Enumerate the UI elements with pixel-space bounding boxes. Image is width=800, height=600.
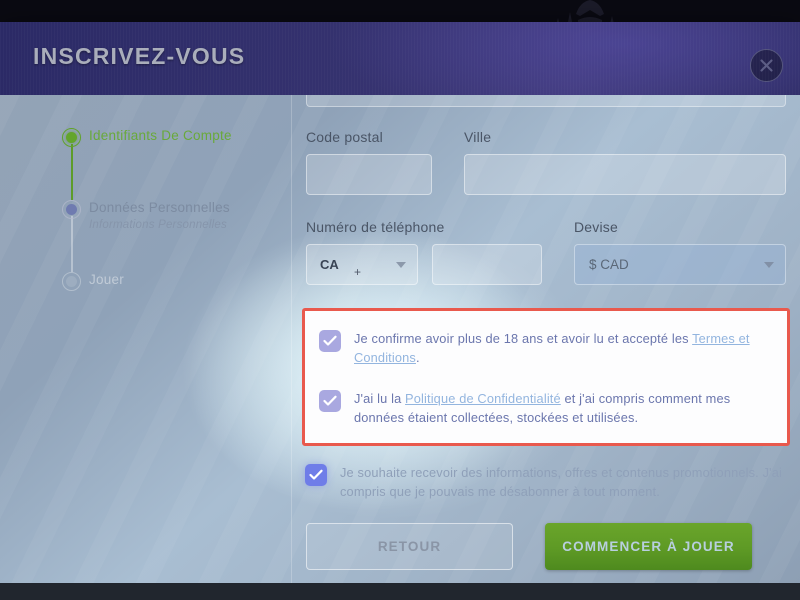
- page-title: INSCRIVEZ-VOUS: [33, 43, 246, 69]
- phone-group: CA +: [306, 244, 542, 285]
- consent-row-privacy: J'ai lu la Politique de Confidentialité …: [319, 383, 773, 429]
- start-playing-button[interactable]: COMMENCER À JOUER: [545, 523, 752, 570]
- page-bottom-strip: [0, 583, 800, 600]
- checkmark-icon: [323, 335, 337, 346]
- sidebar-step-play[interactable]: Jouer: [62, 269, 292, 299]
- back-button[interactable]: RETOUR: [306, 523, 513, 570]
- privacy-text-before: J'ai lu la: [354, 391, 406, 406]
- currency-value: $ CAD: [589, 257, 629, 272]
- consent-row-terms: Je confirme avoir plus de 18 ans et avoi…: [319, 323, 773, 369]
- consent-row-promotions: Je souhaite recevoir des informations, o…: [305, 463, 786, 501]
- sidebar-step-account[interactable]: Identifiants De Compte: [62, 125, 292, 200]
- field-phone: Numéro de téléphone CA +: [306, 219, 542, 285]
- chevron-down-icon: [396, 262, 406, 268]
- privacy-checkbox[interactable]: [319, 390, 341, 412]
- step-sidebar: Identifiants De Compte Données Personnel…: [0, 95, 292, 583]
- country-code-value: CA: [320, 257, 339, 272]
- step-marker-pending-icon: [62, 272, 81, 291]
- scrolled-field-partial[interactable]: [306, 95, 786, 107]
- registration-modal: INSCRIVEZ-VOUS Identifiants De Compte Do…: [0, 22, 800, 583]
- step-connector: [71, 216, 73, 272]
- field-city: Ville: [464, 129, 786, 195]
- chevron-down-icon: [764, 262, 774, 268]
- field-label-city: Ville: [464, 129, 492, 145]
- city-input[interactable]: [464, 154, 786, 195]
- terms-checkbox[interactable]: [319, 330, 341, 352]
- field-postal-code: Code postal: [306, 129, 432, 195]
- country-prefix-value: +: [354, 265, 362, 279]
- country-code-select[interactable]: CA +: [306, 244, 418, 285]
- contact-row: Numéro de téléphone CA + Devise $ CAD: [306, 219, 786, 285]
- step-list: Identifiants De Compte Données Personnel…: [62, 125, 292, 299]
- step-marker-completed-icon: [62, 128, 81, 147]
- step-connector: [71, 144, 73, 200]
- terms-text: Je confirme avoir plus de 18 ans et avoi…: [354, 329, 773, 367]
- step-subtitle: Informations Personnelles: [89, 219, 227, 231]
- postal-code-input[interactable]: [306, 154, 432, 195]
- field-label-postal-code: Code postal: [306, 129, 383, 145]
- step-marker-current-icon: [62, 200, 81, 219]
- terms-text-after: .: [415, 350, 420, 365]
- modal-header: INSCRIVEZ-VOUS: [0, 22, 800, 95]
- sidebar-step-personal[interactable]: Données Personnelles Informations Person…: [62, 197, 292, 272]
- terms-text-before: Je confirme avoir plus de 18 ans et avoi…: [354, 331, 693, 346]
- consent-highlight-box: Je confirme avoir plus de 18 ans et avoi…: [302, 308, 790, 446]
- address-row: Code postal Ville: [306, 129, 786, 195]
- step-title: Identifiants De Compte: [89, 128, 232, 143]
- step-title: Jouer: [89, 272, 125, 287]
- field-label-phone: Numéro de téléphone: [306, 219, 445, 235]
- promotions-text: Je souhaite recevoir des informations, o…: [340, 465, 782, 499]
- registration-form: Code postal Ville Numéro de téléphone CA…: [292, 95, 800, 583]
- privacy-policy-link[interactable]: Politique de Confidentialité: [405, 391, 561, 406]
- checkmark-icon: [309, 469, 323, 480]
- promotions-checkbox[interactable]: [305, 464, 327, 486]
- checkmark-icon: [323, 395, 337, 406]
- close-x-icon: [760, 59, 773, 72]
- page-root: INSCRIVEZ-VOUS Identifiants De Compte Do…: [0, 0, 800, 600]
- modal-body: Identifiants De Compte Données Personnel…: [0, 95, 800, 583]
- close-button[interactable]: [750, 49, 783, 82]
- step-title: Données Personnelles: [89, 200, 230, 215]
- form-actions: RETOUR COMMENCER À JOUER: [306, 523, 786, 570]
- currency-select[interactable]: $ CAD: [574, 244, 786, 285]
- field-label-currency: Devise: [574, 219, 618, 235]
- phone-number-input[interactable]: [432, 244, 542, 285]
- field-currency: Devise $ CAD: [574, 219, 786, 285]
- privacy-text: J'ai lu la Politique de Confidentialité …: [354, 389, 773, 427]
